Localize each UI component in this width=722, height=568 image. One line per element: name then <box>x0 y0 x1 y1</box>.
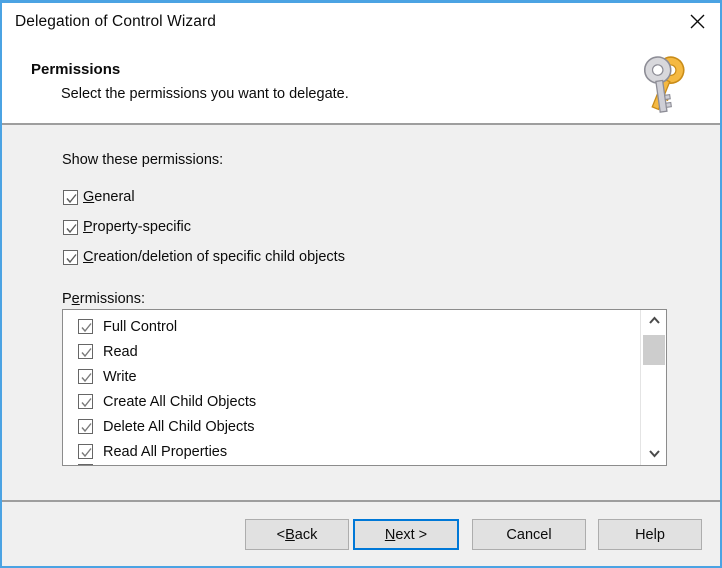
list-item-label: Delete All Child Objects <box>103 418 255 435</box>
checkbox-permission[interactable] <box>78 444 93 459</box>
btn-post: Help <box>635 526 665 543</box>
checkbox-permission[interactable] <box>78 419 93 434</box>
checkbox-permission[interactable] <box>78 369 93 384</box>
btn-post: ack <box>294 526 318 543</box>
label-pre: P <box>62 291 72 307</box>
back-button[interactable]: < Back <box>245 519 349 550</box>
close-button[interactable] <box>674 3 720 40</box>
btn-pre: < <box>276 526 286 543</box>
label-post: rmissions: <box>79 291 146 307</box>
permissions-label: Permissions: <box>62 291 145 307</box>
label-rest: roperty-specific <box>92 219 191 235</box>
list-item[interactable]: Full Control <box>63 314 641 339</box>
accel-char: B <box>285 526 295 543</box>
list-item-label: Full Control <box>103 318 178 335</box>
window-title: Delegation of Control Wizard <box>15 13 216 30</box>
chevron-up-icon <box>648 312 661 330</box>
checkbox-property-specific-label: Property-specific <box>83 219 191 235</box>
help-button[interactable]: Help <box>598 519 702 550</box>
accel-char: C <box>83 249 94 265</box>
list-item[interactable]: Delete All Child Objects <box>63 414 641 439</box>
check-icon <box>81 348 92 358</box>
list-item-label: Read All Properties <box>103 443 228 460</box>
check-icon <box>81 448 92 458</box>
wizard-header: Permissions Select the permissions you w… <box>2 41 720 125</box>
listbox-scrollbar[interactable] <box>640 310 666 465</box>
scrollbar-thumb[interactable] <box>643 335 665 365</box>
checkbox-row-general[interactable]: General <box>63 187 135 207</box>
keys-icon <box>630 50 702 118</box>
accel-char: N <box>384 526 396 543</box>
checkbox-permission[interactable] <box>78 319 93 334</box>
btn-post: ext > <box>395 526 428 543</box>
checkbox-row-creation-deletion[interactable]: Creation/deletion of specific child obje… <box>63 247 345 267</box>
label-rest: eneral <box>94 189 135 205</box>
check-icon <box>66 223 77 233</box>
scroll-down-button[interactable] <box>641 443 666 465</box>
list-item[interactable]: Read All Properties <box>63 439 641 464</box>
checkbox-permission[interactable] <box>78 344 93 359</box>
title-bar: Delegation of Control Wizard <box>2 3 720 41</box>
check-icon <box>81 323 92 333</box>
check-icon <box>81 423 92 433</box>
chevron-down-icon <box>648 445 661 463</box>
checkbox-property-specific[interactable] <box>63 219 78 235</box>
checkbox-general[interactable] <box>63 189 78 205</box>
check-icon <box>66 193 77 203</box>
permissions-list: Full Control Read Write Create All Child… <box>63 310 641 465</box>
check-icon <box>81 398 92 408</box>
scrollbar-track[interactable] <box>641 332 666 443</box>
list-item[interactable]: Read <box>63 339 641 364</box>
accel-char: e <box>71 291 80 307</box>
btn-post: Cancel <box>506 526 552 543</box>
page-subtitle: Select the permissions you want to deleg… <box>61 86 349 102</box>
check-icon <box>66 253 77 263</box>
list-item[interactable]: Write <box>63 364 641 389</box>
scroll-up-button[interactable] <box>641 310 666 332</box>
accel-char: G <box>83 189 95 205</box>
list-item[interactable]: Create All Child Objects <box>63 389 641 414</box>
dialog-body: Show these permissions: General Property… <box>2 127 720 500</box>
page-title: Permissions <box>31 61 121 78</box>
dialog-footer: < Back Next > Cancel Help <box>2 502 720 566</box>
list-item-label: Create All Child Objects <box>103 393 257 410</box>
list-item[interactable] <box>63 464 641 465</box>
cancel-button[interactable]: Cancel <box>472 519 586 550</box>
permissions-listbox[interactable]: Full Control Read Write Create All Child… <box>62 309 667 466</box>
checkbox-permission[interactable] <box>78 464 93 465</box>
accel-char: P <box>83 219 93 235</box>
dialog-window: Delegation of Control Wizard Permissions… <box>0 0 722 568</box>
checkbox-row-property-specific[interactable]: Property-specific <box>63 217 191 237</box>
checkbox-general-label: General <box>83 189 135 205</box>
label-rest: reation/deletion of specific child objec… <box>93 249 345 265</box>
next-button[interactable]: Next > <box>353 519 459 550</box>
list-item-label: Write <box>103 368 137 385</box>
check-icon <box>81 373 92 383</box>
show-permissions-label: Show these permissions: <box>62 152 224 168</box>
checkbox-permission[interactable] <box>78 394 93 409</box>
checkbox-creation-deletion[interactable] <box>63 249 78 265</box>
checkbox-creation-deletion-label: Creation/deletion of specific child obje… <box>83 249 345 265</box>
list-item-label: Read <box>103 343 138 360</box>
close-icon <box>690 14 705 29</box>
